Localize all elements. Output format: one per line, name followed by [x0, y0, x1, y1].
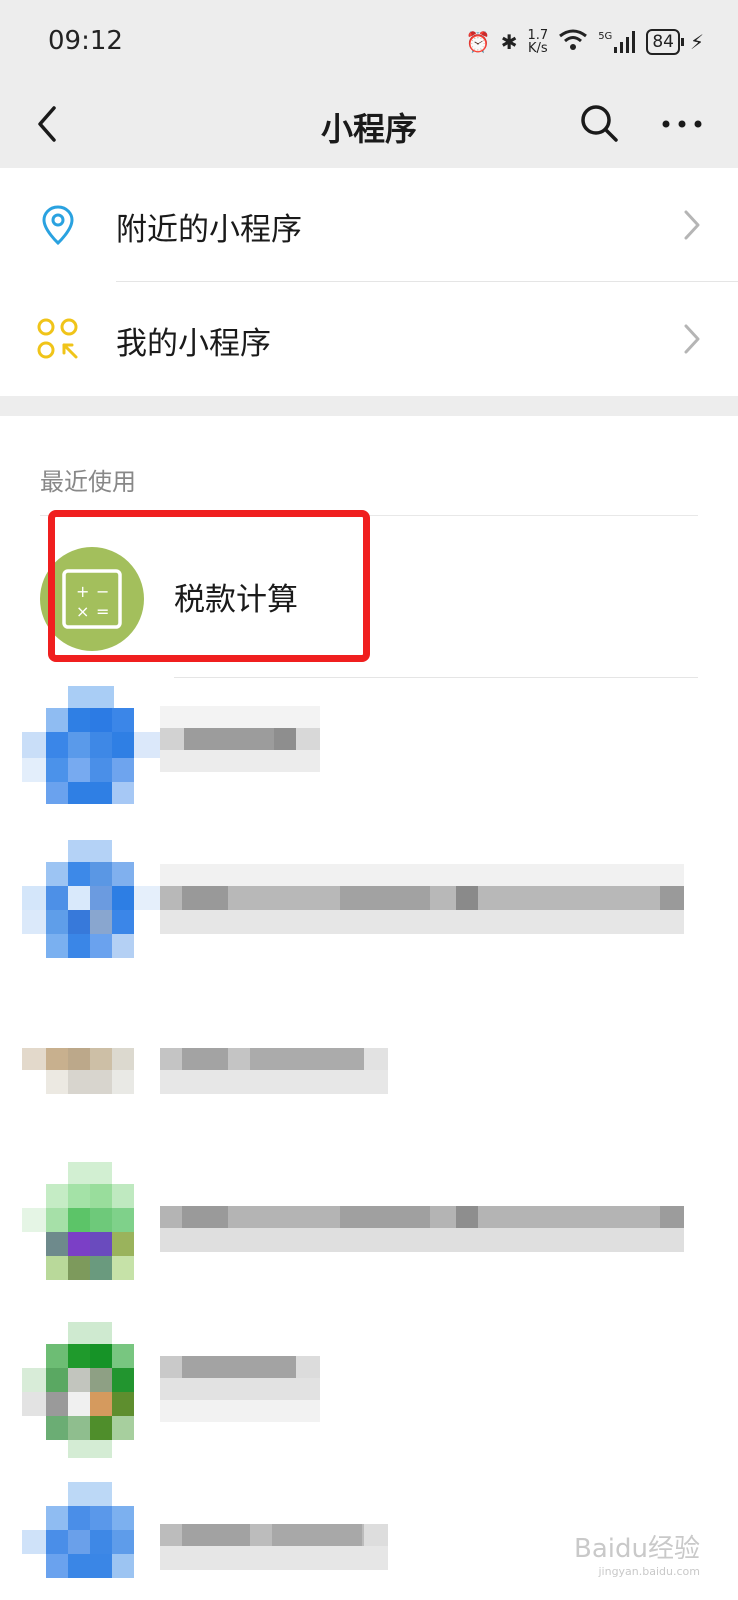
- pixelated-text: [160, 1206, 684, 1252]
- obscured-list-item[interactable]: [0, 1000, 738, 1140]
- more-dots-icon[interactable]: [660, 114, 704, 134]
- obscured-list-item[interactable]: [0, 820, 738, 980]
- status-bar: 09:12 ⏰ ✱ 1.7 K/s 5G 84 ⚡: [0, 0, 738, 84]
- pixelated-text: [160, 1524, 388, 1570]
- signal-icon: 5G: [598, 31, 636, 53]
- status-time: 09:12: [48, 26, 123, 56]
- charging-icon: ⚡: [689, 30, 704, 54]
- pixelated-avatar: [22, 840, 160, 958]
- pixelated-avatar: [22, 686, 160, 804]
- pixelated-avatar: [22, 1322, 134, 1458]
- pixelated-avatar: [22, 1048, 134, 1094]
- network-type: 5G: [598, 31, 613, 42]
- menu-item-nearby[interactable]: 附近的小程序: [0, 168, 738, 282]
- pixelated-avatar: [22, 1162, 134, 1280]
- pixelated-text: [160, 864, 684, 934]
- alarm-icon: ⏰: [465, 30, 491, 54]
- menu-item-my-mini-programs[interactable]: 我的小程序: [0, 282, 738, 396]
- page-title: 小程序: [320, 110, 417, 148]
- search-icon[interactable]: [576, 100, 620, 144]
- mini-program-grid-icon: [37, 318, 78, 359]
- highlight-box: [48, 510, 370, 662]
- nav-bar: 小程序: [0, 84, 738, 168]
- pixelated-text: [160, 706, 320, 772]
- divider: [174, 677, 698, 678]
- pixelated-avatar: [22, 1482, 134, 1578]
- bluetooth-icon: ✱: [500, 30, 518, 54]
- location-pin-icon: [42, 205, 74, 246]
- menu-item-label: 附近的小程序: [116, 212, 302, 248]
- section-title-recent: 最近使用: [40, 468, 136, 496]
- watermark-text: Baidu经验: [574, 1534, 700, 1564]
- battery-indicator: 84: [646, 29, 684, 55]
- menu-item-label: 我的小程序: [116, 326, 271, 362]
- status-icons: ⏰ ✱ 1.7 K/s 5G 84 ⚡: [466, 26, 704, 58]
- pixelated-text: [160, 1048, 388, 1094]
- section-gap: [0, 396, 738, 416]
- pixelated-text: [160, 1356, 320, 1422]
- obscured-list-item[interactable]: [0, 1310, 738, 1460]
- chevron-right-icon: [684, 324, 700, 354]
- chevron-right-icon: [684, 210, 700, 240]
- menu-list: 附近的小程序 我的小程序: [0, 168, 738, 396]
- wifi-icon: [558, 28, 588, 57]
- obscured-list-item[interactable]: [0, 1140, 738, 1310]
- network-speed: 1.7 K/s: [528, 29, 549, 55]
- watermark-url: jingyan.baidu.com: [598, 1565, 700, 1578]
- speed-unit: K/s: [528, 41, 548, 56]
- obscured-list-item[interactable]: [0, 686, 738, 806]
- watermark: Baidu经验 jingyan.baidu.com: [574, 1528, 700, 1578]
